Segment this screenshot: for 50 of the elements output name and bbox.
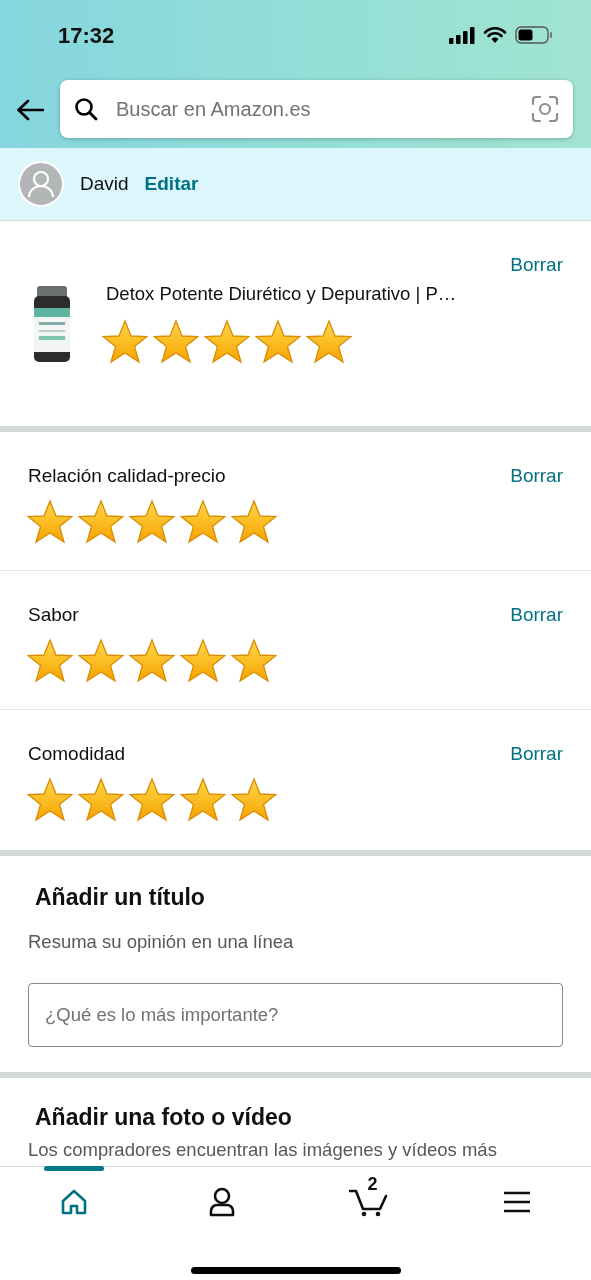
- criterion-label: Sabor: [28, 603, 79, 627]
- edit-link[interactable]: Editar: [144, 169, 199, 199]
- star-icon[interactable]: [129, 776, 175, 822]
- user-name: David: [80, 171, 129, 196]
- status-time: 17:32: [58, 21, 115, 50]
- star-icon[interactable]: [231, 637, 277, 683]
- star-icon[interactable]: [204, 319, 250, 365]
- delete-link[interactable]: Borrar: [510, 462, 563, 491]
- search-icon: [74, 97, 98, 121]
- product-title[interactable]: Detox Potente Diurético y Depurativo | P…: [106, 279, 457, 308]
- back-button[interactable]: [16, 97, 44, 121]
- search-bar[interactable]: Buscar en Amazon.es: [60, 80, 573, 138]
- section-text: Los compradores encuentran las imágenes y vídeos más: [28, 1137, 498, 1162]
- star-icon[interactable]: [255, 319, 301, 365]
- star-icon[interactable]: [180, 498, 226, 544]
- wifi-icon: [483, 26, 507, 44]
- star-icon[interactable]: [78, 637, 124, 683]
- section-heading: Añadir un título: [35, 884, 206, 912]
- star-icon[interactable]: [27, 498, 73, 544]
- section-heading: Añadir una foto o vídeo: [35, 1104, 293, 1132]
- star-icon[interactable]: [78, 776, 124, 822]
- avatar-icon: [18, 161, 64, 207]
- star-icon[interactable]: [78, 498, 124, 544]
- star-icon[interactable]: [231, 776, 277, 822]
- camera-icon[interactable]: [531, 95, 559, 123]
- criterion-label: Relación calidad-precio: [28, 464, 226, 488]
- delete-link[interactable]: Borrar: [510, 740, 563, 769]
- person-icon: [207, 1187, 236, 1217]
- battery-icon: [515, 26, 553, 44]
- star-icon[interactable]: [102, 319, 148, 365]
- section-hint: Resuma su opinión en una línea: [28, 929, 295, 954]
- cart-tab[interactable]: 2: [295, 1167, 444, 1237]
- star-icon[interactable]: [180, 776, 226, 822]
- star-icon[interactable]: [129, 498, 175, 544]
- star-icon[interactable]: [231, 498, 277, 544]
- home-icon: [59, 1188, 88, 1216]
- menu-icon: [503, 1191, 532, 1213]
- star-icon[interactable]: [129, 637, 175, 683]
- star-icon[interactable]: [153, 319, 199, 365]
- cart-count: 2: [367, 1175, 378, 1193]
- star-icon[interactable]: [27, 776, 73, 822]
- delete-link[interactable]: Borrar: [510, 601, 563, 630]
- star-icon[interactable]: [306, 319, 352, 365]
- title-input-field[interactable]: ¿Qué es lo más importante?: [28, 983, 563, 1048]
- signal-icon: [449, 26, 475, 44]
- star-icon[interactable]: [27, 637, 73, 683]
- criterion-label: Comodidad: [28, 742, 126, 766]
- search-field[interactable]: Buscar en Amazon.es: [114, 93, 515, 125]
- star-icon[interactable]: [180, 637, 226, 683]
- delete-link[interactable]: Borrar: [510, 251, 563, 280]
